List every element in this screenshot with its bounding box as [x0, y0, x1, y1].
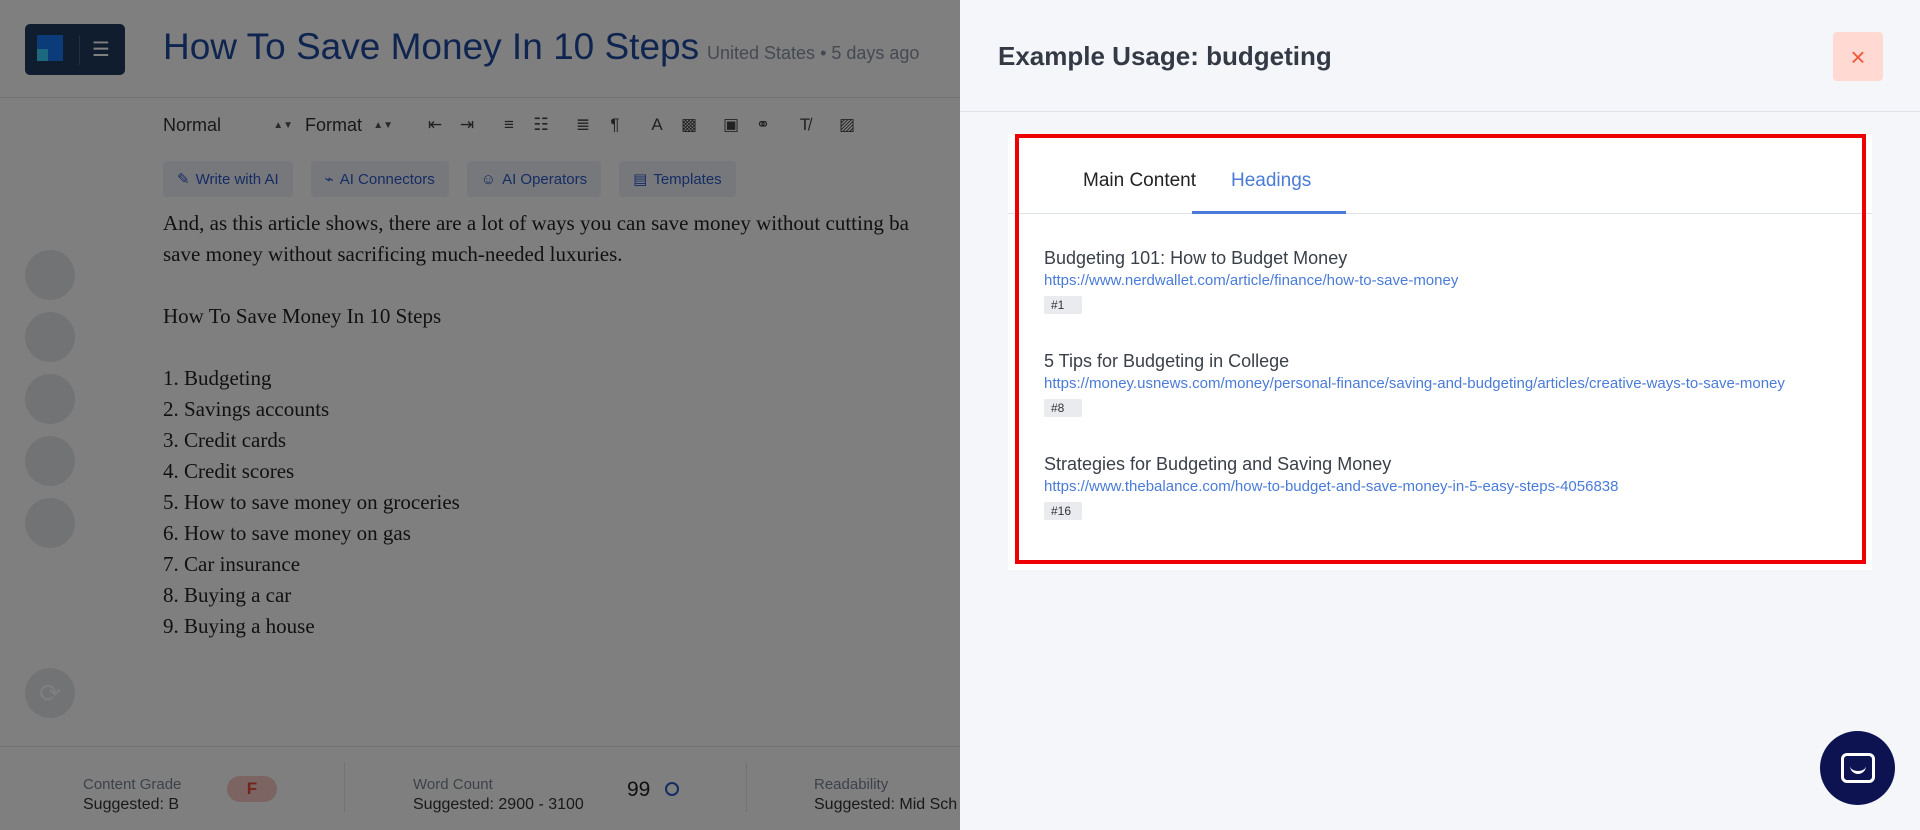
result-heading: Budgeting 101: How to Budget Money	[1044, 248, 1348, 268]
chat-support-button[interactable]	[1820, 731, 1895, 805]
list-item: Budgeting 101: How to Budget Money https…	[1044, 248, 1834, 314]
rank-badge: #8	[1044, 399, 1082, 417]
result-url-link[interactable]: https://money.usnews.com/money/personal-…	[1044, 374, 1834, 393]
result-url-link[interactable]: https://www.thebalance.com/how-to-budget…	[1044, 477, 1834, 496]
close-button[interactable]: ×	[1833, 32, 1883, 81]
usage-tabs: Main Content Headings	[1008, 134, 1872, 214]
list-item: Strategies for Budgeting and Saving Mone…	[1044, 454, 1834, 520]
active-tab-indicator	[1192, 211, 1346, 214]
chat-icon	[1840, 753, 1875, 783]
result-heading: Strategies for Budgeting and Saving Mone…	[1044, 454, 1392, 474]
tab-main-content[interactable]: Main Content	[1083, 170, 1196, 192]
drawer-title: Example Usage: budgeting	[998, 41, 1332, 71]
result-heading: 5 Tips for Budgeting in College	[1044, 351, 1290, 371]
list-item: 5 Tips for Budgeting in College https://…	[1044, 351, 1834, 417]
rank-badge: #16	[1044, 502, 1082, 520]
close-icon: ×	[1850, 41, 1866, 72]
rank-badge: #1	[1044, 296, 1082, 314]
result-url-link[interactable]: https://www.nerdwallet.com/article/finan…	[1044, 271, 1834, 290]
modal-backdrop[interactable]	[0, 0, 960, 830]
tab-headings[interactable]: Headings	[1231, 170, 1311, 192]
drawer-header: Example Usage: budgeting ×	[960, 0, 1920, 112]
headings-results-list: Budgeting 101: How to Budget Money https…	[1044, 248, 1834, 520]
